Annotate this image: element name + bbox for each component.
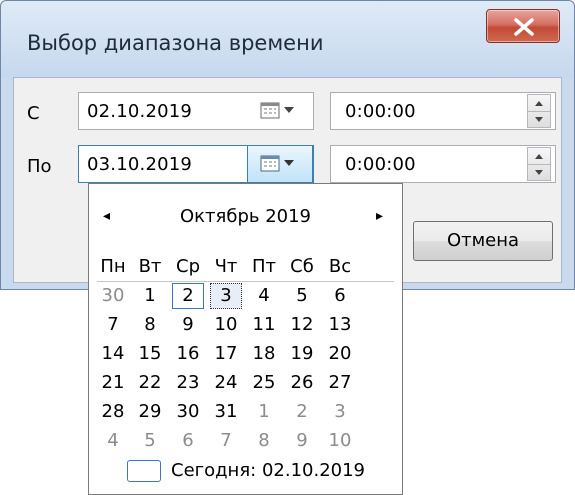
from-date-field[interactable]: 02.10.2019	[78, 92, 314, 130]
calendar-day[interactable]: 7	[97, 312, 129, 338]
to-date-field[interactable]: 03.10.2019	[78, 145, 314, 183]
calendar-day[interactable]: 17	[210, 341, 242, 367]
calendar-day[interactable]: 8	[134, 312, 166, 338]
today-marker-icon	[127, 460, 161, 482]
calendar-dropdown-icon	[260, 102, 294, 119]
cancel-button[interactable]: Отмена	[413, 221, 553, 261]
weekday-label: Пт	[251, 256, 277, 277]
calendar-month-title[interactable]: Октябрь 2019	[89, 206, 402, 227]
calendar-day[interactable]: 21	[97, 370, 129, 396]
spin-up-icon[interactable]	[528, 148, 550, 164]
calendar-day[interactable]: 30	[97, 283, 129, 309]
calendar-day[interactable]: 10	[324, 428, 356, 454]
calendar-day[interactable]: 6	[324, 283, 356, 309]
calendar-day[interactable]: 23	[172, 370, 204, 396]
calendar-day[interactable]: 2	[286, 399, 318, 425]
calendar-day[interactable]: 27	[324, 370, 356, 396]
calendar-day[interactable]: 15	[134, 341, 166, 367]
calendar-day[interactable]: 5	[286, 283, 318, 309]
calendar-day[interactable]: 30	[172, 399, 204, 425]
calendar-day[interactable]: 3	[324, 399, 356, 425]
calendar-day[interactable]: 13	[324, 312, 356, 338]
calendar-day[interactable]: 1	[134, 283, 166, 309]
calendar-day[interactable]: 4	[248, 283, 280, 309]
calendar-day[interactable]: 20	[324, 341, 356, 367]
from-calendar-button[interactable]	[247, 92, 313, 130]
calendar-day[interactable]: 24	[210, 370, 242, 396]
weekday-separator	[97, 281, 394, 282]
close-icon	[514, 18, 534, 36]
window-title: Выбор диапазона времени	[27, 31, 324, 55]
weekday-label: Вт	[138, 256, 162, 277]
calendar-day[interactable]: 8	[248, 428, 280, 454]
calendar-day[interactable]: 7	[210, 428, 242, 454]
calendar-dropdown-icon	[260, 155, 294, 172]
spin-down-icon[interactable]	[528, 111, 550, 128]
weekday-label: Сб	[290, 256, 314, 277]
from-time-spinner[interactable]	[527, 94, 551, 128]
today-label: Сегодня: 02.10.2019	[171, 460, 366, 481]
calendar-day[interactable]: 29	[134, 399, 166, 425]
weekday-label: Пн	[100, 256, 126, 277]
weekday-label: Вс	[328, 256, 352, 277]
calendar-day[interactable]: 4	[97, 428, 129, 454]
spin-up-icon[interactable]	[528, 95, 550, 111]
spin-down-icon[interactable]	[528, 164, 550, 181]
close-button[interactable]	[486, 9, 560, 43]
calendar-popup: ◂ Октябрь 2019 ▸ Пн Вт Ср Чт Пт Сб Вс 30…	[88, 183, 403, 495]
next-month-button[interactable]: ▸	[376, 208, 383, 224]
from-time-field[interactable]: 0:00:00	[330, 92, 556, 130]
calendar-day[interactable]: 9	[286, 428, 318, 454]
calendar-day[interactable]: 25	[248, 370, 280, 396]
calendar-day[interactable]: 16	[172, 341, 204, 367]
calendar-day[interactable]: 22	[134, 370, 166, 396]
weekday-label: Чт	[214, 256, 238, 277]
weekday-label: Ср	[176, 256, 200, 277]
title-bar[interactable]: Выбор диапазона времени	[1, 1, 574, 77]
calendar-day[interactable]: 12	[286, 312, 318, 338]
to-label: По	[27, 156, 52, 177]
calendar-day[interactable]: 1	[248, 399, 280, 425]
calendar-day[interactable]: 5	[134, 428, 166, 454]
calendar-day[interactable]: 9	[172, 312, 204, 338]
calendar-day[interactable]: 26	[286, 370, 318, 396]
to-time-value: 0:00:00	[345, 154, 416, 175]
to-time-spinner[interactable]	[527, 147, 551, 181]
calendar-day[interactable]: 18	[248, 341, 280, 367]
calendar-day[interactable]: 2	[172, 283, 204, 309]
to-time-field[interactable]: 0:00:00	[330, 145, 556, 183]
calendar-day[interactable]: 28	[97, 399, 129, 425]
calendar-day[interactable]: 19	[286, 341, 318, 367]
calendar-day[interactable]: 14	[97, 341, 129, 367]
calendar-day[interactable]: 6	[172, 428, 204, 454]
calendar-day[interactable]: 10	[210, 312, 242, 338]
from-date-value: 02.10.2019	[87, 101, 193, 122]
from-label: С	[27, 103, 40, 124]
to-calendar-button[interactable]	[247, 145, 313, 183]
calendar-day[interactable]: 31	[210, 399, 242, 425]
calendar-day[interactable]: 3	[210, 283, 242, 309]
calendar-day[interactable]: 11	[248, 312, 280, 338]
to-date-value: 03.10.2019	[87, 154, 193, 175]
from-time-value: 0:00:00	[345, 101, 416, 122]
